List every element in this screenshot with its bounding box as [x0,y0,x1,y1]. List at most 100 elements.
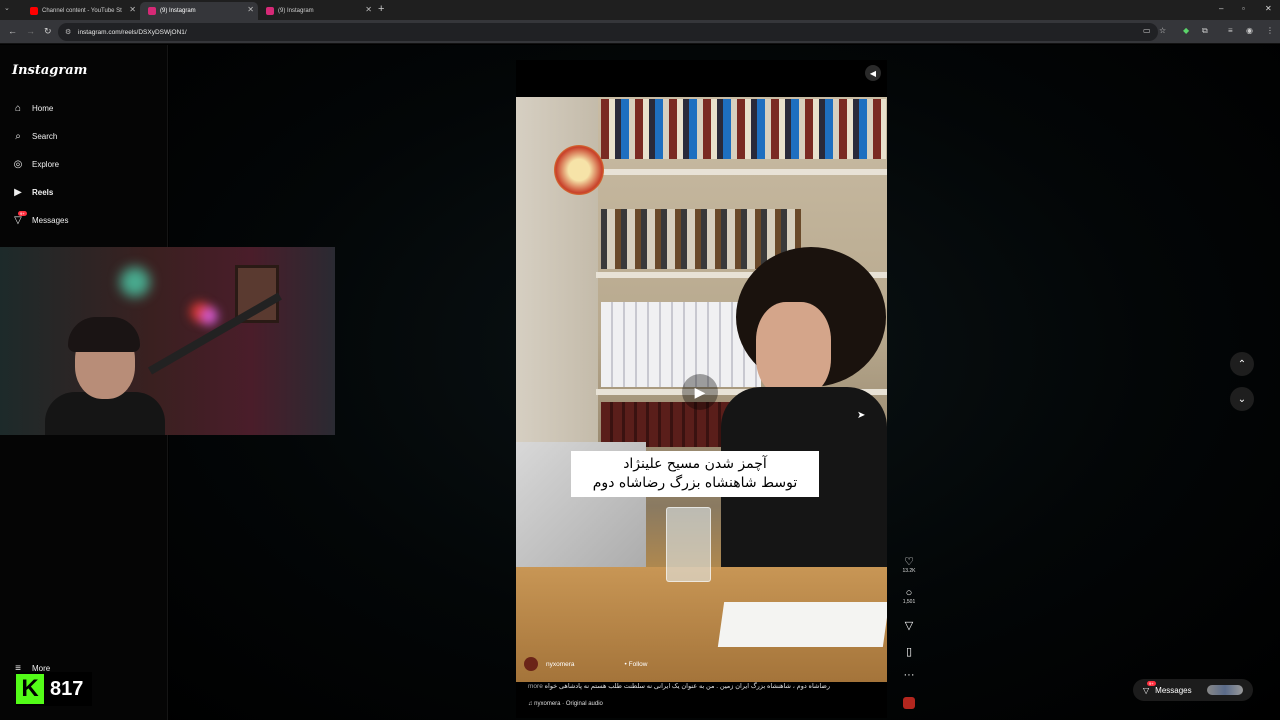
bookshelf-books [601,402,741,447]
restore-icon[interactable]: ▫ [1242,4,1245,13]
webcam-mic-arm [148,292,282,375]
reel-audio[interactable]: ♫ nyxomera · Original audio [528,701,603,707]
tab-search-icon[interactable]: ⌄ [4,4,10,12]
description-text: رضاشاه دوم ، شاهنشاه بزرگ ایران زمین . م… [544,683,831,690]
forward-icon[interactable]: → [26,26,35,36]
url-text: instagram.com/reels/DSXyDSWjON1/ [78,28,187,36]
messages-pill[interactable]: ▽ 9+ Messages [1133,679,1253,701]
mute-toggle-icon[interactable]: ◀ [865,65,881,81]
minimize-icon[interactable]: – [1219,4,1223,13]
media-icon[interactable]: ≡ [1228,26,1233,35]
comment-icon: ○ [905,587,913,599]
heart-icon: ♡ [904,556,914,568]
more-options-button[interactable]: ··· [900,669,918,681]
nav-label: Home [32,103,54,113]
instagram-logo[interactable]: Instagram [12,63,87,78]
nav-reels[interactable]: ▶ Reels [12,184,53,200]
bookmark-star-icon[interactable]: ☆ [1159,26,1166,35]
play-icon[interactable]: ▶ [682,374,718,410]
reel-owner: nyxomera • Follow [524,657,647,671]
nav-label: Explore [32,159,60,169]
profile-avatar-icon[interactable]: ◉ [1246,26,1253,35]
search-icon: ⌕ [15,130,21,142]
audio-thumbnail[interactable] [903,697,915,709]
bookmark-icon: ▯ [905,646,913,658]
tab-close-icon[interactable]: ✕ [365,5,372,14]
nav-explore[interactable]: ◎ Explore [12,156,60,172]
follow-label: Follow [628,660,648,668]
nav-home[interactable]: ⌂ Home [12,100,53,116]
webcam-light [120,267,150,297]
extensions-puzzle-icon[interactable]: ⧉ [1202,26,1208,36]
chevron-up-icon: ⌃ [1237,358,1247,370]
messenger-icon: ▽ 9+ [14,211,27,226]
owner-avatar[interactable] [524,657,538,671]
owner-username[interactable]: nyxomera [546,661,575,668]
like-count: 13.2K [902,568,916,574]
save-button[interactable]: ▯ [900,645,918,658]
like-button[interactable]: ♡ 13.2K [900,555,918,574]
audio-label: nyxomera · Original audio [534,701,603,707]
extension-icon[interactable]: ◆ [1183,26,1189,35]
back-icon[interactable]: ← [8,26,17,36]
reel-player[interactable]: ◀ ▶ آچمز شدن مسیح علینژاد توسط شاهنشاه ب… [516,60,887,718]
address-bar-row: ← → ↻ ⚙ instagram.com/reels/DSXyDSWjON1/… [0,20,1280,44]
instagram-favicon-icon [148,7,156,15]
reel-description[interactable]: رضاشاه دوم ، شاهنشاه بزرگ ایران زمین . م… [524,682,884,690]
nav-messages[interactable]: ▽ 9+ Messages [12,211,69,228]
ellipsis-icon: ··· [903,669,915,681]
close-window-icon[interactable]: ✕ [1265,4,1272,13]
bookshelf-books [601,99,886,159]
tab-close-icon[interactable]: ✕ [247,5,254,14]
reload-icon[interactable]: ↻ [44,26,52,37]
messenger-icon: ▽ [1143,685,1150,695]
chevron-down-icon: ⌄ [1237,393,1247,405]
previous-reel-button[interactable]: ⌃ [1230,352,1254,376]
url-input[interactable]: ⚙ instagram.com/reels/DSXyDSWjON1/ [58,23,1158,41]
shelf [596,169,887,175]
tab-title: (9) Instagram [160,8,196,14]
tab-close-icon[interactable]: ✕ [129,5,136,14]
tab-youtube-studio[interactable]: Channel content - YouTube St ✕ [22,2,140,20]
video-text-overlay: آچمز شدن مسیح علینژاد توسط شاهنشاه بزرگ … [571,451,819,497]
nav-label: Messages [32,215,69,225]
site-info-icon[interactable]: ⚙ [65,28,71,36]
next-reel-button[interactable]: ⌄ [1230,387,1254,411]
nav-label: Reels [32,187,54,197]
webcam-light [200,307,218,325]
video-paper [717,602,887,647]
viewer-count: 817 [50,677,84,700]
nav-search[interactable]: ⌕ Search [12,128,57,144]
home-icon: ⌂ [14,102,22,114]
cast-icon[interactable]: ▭ [1143,26,1151,35]
browser-tab-bar: ⌄ Channel content - YouTube St ✕ (9) Ins… [0,0,1280,20]
messages-label: Messages [1155,685,1192,695]
share-button[interactable]: ▽ [900,619,918,632]
tab-title: Channel content - YouTube St [42,8,122,14]
royal-emblem [554,145,604,195]
kick-logo-icon: K [16,674,44,704]
messages-badge: 9+ [1147,681,1156,686]
reels-icon: ▶ [14,186,22,198]
message-avatars [1207,685,1243,695]
tab-instagram-active[interactable]: (9) Instagram ✕ [140,2,258,20]
comment-count: 1,501 [902,599,916,605]
video-person-face [756,302,831,397]
reel-video[interactable]: ▶ آچمز شدن مسیح علینژاد توسط شاهنشاه بزر… [516,97,887,682]
tab-instagram[interactable]: (9) Instagram ✕ [258,2,376,20]
overlay-line-2: توسط شاهنشاه بزرگ رضاشاه دوم [592,475,798,491]
follow-button[interactable]: • Follow [625,661,648,668]
webcam-person-hair [68,317,140,352]
more-link[interactable]: more [528,683,543,690]
messages-badge: 9+ [18,211,27,216]
overlay-line-1: آچمز شدن مسیح علینژاد [623,456,767,472]
new-tab-button[interactable]: + [378,3,384,15]
comment-button[interactable]: ○ 1,501 [900,587,918,605]
streamer-webcam [0,247,335,435]
menu-kebab-icon[interactable]: ⋮ [1266,26,1274,35]
mouse-cursor-icon: ➤ [857,410,866,421]
compass-icon: ◎ [13,158,23,170]
video-glass [666,507,711,582]
kick-viewer-counter: K 817 [16,672,92,706]
nav-label: Search [32,131,58,141]
